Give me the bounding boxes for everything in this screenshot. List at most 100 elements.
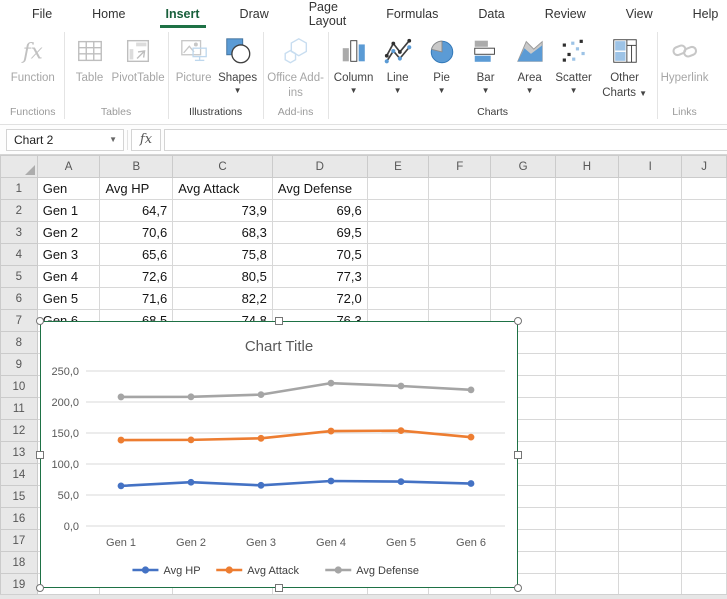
other-charts-button[interactable]: Other Charts▼: [596, 28, 654, 101]
cell-I6[interactable]: [619, 288, 682, 310]
cell-J9[interactable]: [682, 354, 727, 376]
cell-J17[interactable]: [682, 530, 727, 552]
cell-F2[interactable]: [429, 200, 491, 222]
formula-input[interactable]: [164, 129, 727, 151]
cell-A5[interactable]: Gen 4: [37, 266, 100, 288]
cell-I16[interactable]: [619, 508, 682, 530]
cell-D3[interactable]: 69,5: [272, 222, 367, 244]
cell-G2[interactable]: [491, 200, 555, 222]
cell-C5[interactable]: 80,5: [173, 266, 273, 288]
cell-J18[interactable]: [682, 552, 727, 574]
row-header-10[interactable]: 10: [1, 376, 38, 398]
cell-E4[interactable]: [367, 244, 428, 266]
tab-view[interactable]: View: [606, 0, 673, 28]
bar-button[interactable]: Bar▼: [464, 28, 508, 95]
cell-H7[interactable]: [555, 310, 618, 332]
cell-J11[interactable]: [682, 398, 727, 420]
row-header-13[interactable]: 13: [1, 442, 38, 464]
tab-file[interactable]: File: [12, 0, 72, 28]
cell-J5[interactable]: [682, 266, 727, 288]
row-header-14[interactable]: 14: [1, 464, 38, 486]
tab-data[interactable]: Data: [458, 0, 524, 28]
line-button[interactable]: Line▼: [376, 28, 420, 95]
area-button[interactable]: Area▼: [508, 28, 552, 95]
col-header-C[interactable]: C: [173, 156, 273, 178]
row-header-11[interactable]: 11: [1, 398, 38, 420]
row-header-4[interactable]: 4: [1, 244, 38, 266]
cell-D2[interactable]: 69,6: [272, 200, 367, 222]
cell-J4[interactable]: [682, 244, 727, 266]
cell-I17[interactable]: [619, 530, 682, 552]
cell-I9[interactable]: [619, 354, 682, 376]
cell-F6[interactable]: [429, 288, 491, 310]
cell-H6[interactable]: [555, 288, 618, 310]
insert-function-button[interactable]: fx: [131, 129, 161, 151]
chart-resize-handle-middle-right[interactable]: [514, 451, 522, 459]
cell-H4[interactable]: [555, 244, 618, 266]
scatter-button[interactable]: Scatter▼: [552, 28, 596, 95]
cell-J7[interactable]: [682, 310, 727, 332]
cell-H17[interactable]: [555, 530, 618, 552]
cell-I14[interactable]: [619, 464, 682, 486]
col-header-G[interactable]: G: [491, 156, 555, 178]
cell-H18[interactable]: [555, 552, 618, 574]
cell-I18[interactable]: [619, 552, 682, 574]
name-box[interactable]: Chart 2 ▼: [6, 129, 124, 151]
name-box-chevron-down-icon[interactable]: ▼: [109, 135, 123, 144]
cell-G4[interactable]: [491, 244, 555, 266]
cell-I12[interactable]: [619, 420, 682, 442]
row-header-1[interactable]: 1: [1, 178, 38, 200]
cell-A4[interactable]: Gen 3: [37, 244, 100, 266]
cell-B5[interactable]: 72,6: [100, 266, 173, 288]
cell-D5[interactable]: 77,3: [272, 266, 367, 288]
row-header-19[interactable]: 19: [1, 574, 38, 596]
chart-resize-handle-top-center[interactable]: [275, 317, 283, 325]
cell-J14[interactable]: [682, 464, 727, 486]
cell-I3[interactable]: [619, 222, 682, 244]
row-header-2[interactable]: 2: [1, 200, 38, 222]
chart-object[interactable]: 0,050,0100,0150,0200,0250,0Gen 1Gen 2Gen…: [40, 321, 518, 588]
select-all-corner[interactable]: [1, 156, 38, 178]
cell-C1[interactable]: Avg Attack: [173, 178, 273, 200]
column-button[interactable]: Column▼: [332, 28, 376, 95]
cell-D6[interactable]: 72,0: [272, 288, 367, 310]
chart-resize-handle-bottom-center[interactable]: [275, 584, 283, 592]
cell-F3[interactable]: [429, 222, 491, 244]
col-header-I[interactable]: I: [619, 156, 682, 178]
cell-J10[interactable]: [682, 376, 727, 398]
col-header-J[interactable]: J: [682, 156, 727, 178]
cell-J1[interactable]: [682, 178, 727, 200]
chart-resize-handle-middle-left[interactable]: [36, 451, 44, 459]
row-header-8[interactable]: 8: [1, 332, 38, 354]
cell-J15[interactable]: [682, 486, 727, 508]
cell-J12[interactable]: [682, 420, 727, 442]
cell-I7[interactable]: [619, 310, 682, 332]
cell-A2[interactable]: Gen 1: [37, 200, 100, 222]
cell-I1[interactable]: [619, 178, 682, 200]
cell-H8[interactable]: [555, 332, 618, 354]
cell-E5[interactable]: [367, 266, 428, 288]
cell-J3[interactable]: [682, 222, 727, 244]
cell-J6[interactable]: [682, 288, 727, 310]
cell-J19[interactable]: [682, 574, 727, 596]
shapes-button[interactable]: Shapes▼: [216, 28, 260, 95]
col-header-H[interactable]: H: [555, 156, 618, 178]
row-header-18[interactable]: 18: [1, 552, 38, 574]
cell-H11[interactable]: [555, 398, 618, 420]
col-header-A[interactable]: A: [37, 156, 100, 178]
cell-E1[interactable]: [367, 178, 428, 200]
cell-B6[interactable]: 71,6: [100, 288, 173, 310]
cell-E3[interactable]: [367, 222, 428, 244]
row-header-16[interactable]: 16: [1, 508, 38, 530]
col-header-D[interactable]: D: [272, 156, 367, 178]
cell-J13[interactable]: [682, 442, 727, 464]
cell-H9[interactable]: [555, 354, 618, 376]
cell-I15[interactable]: [619, 486, 682, 508]
cell-H5[interactable]: [555, 266, 618, 288]
cell-A1[interactable]: Gen: [37, 178, 100, 200]
cell-C3[interactable]: 68,3: [173, 222, 273, 244]
cell-H14[interactable]: [555, 464, 618, 486]
cell-G3[interactable]: [491, 222, 555, 244]
cell-H2[interactable]: [555, 200, 618, 222]
row-header-9[interactable]: 9: [1, 354, 38, 376]
